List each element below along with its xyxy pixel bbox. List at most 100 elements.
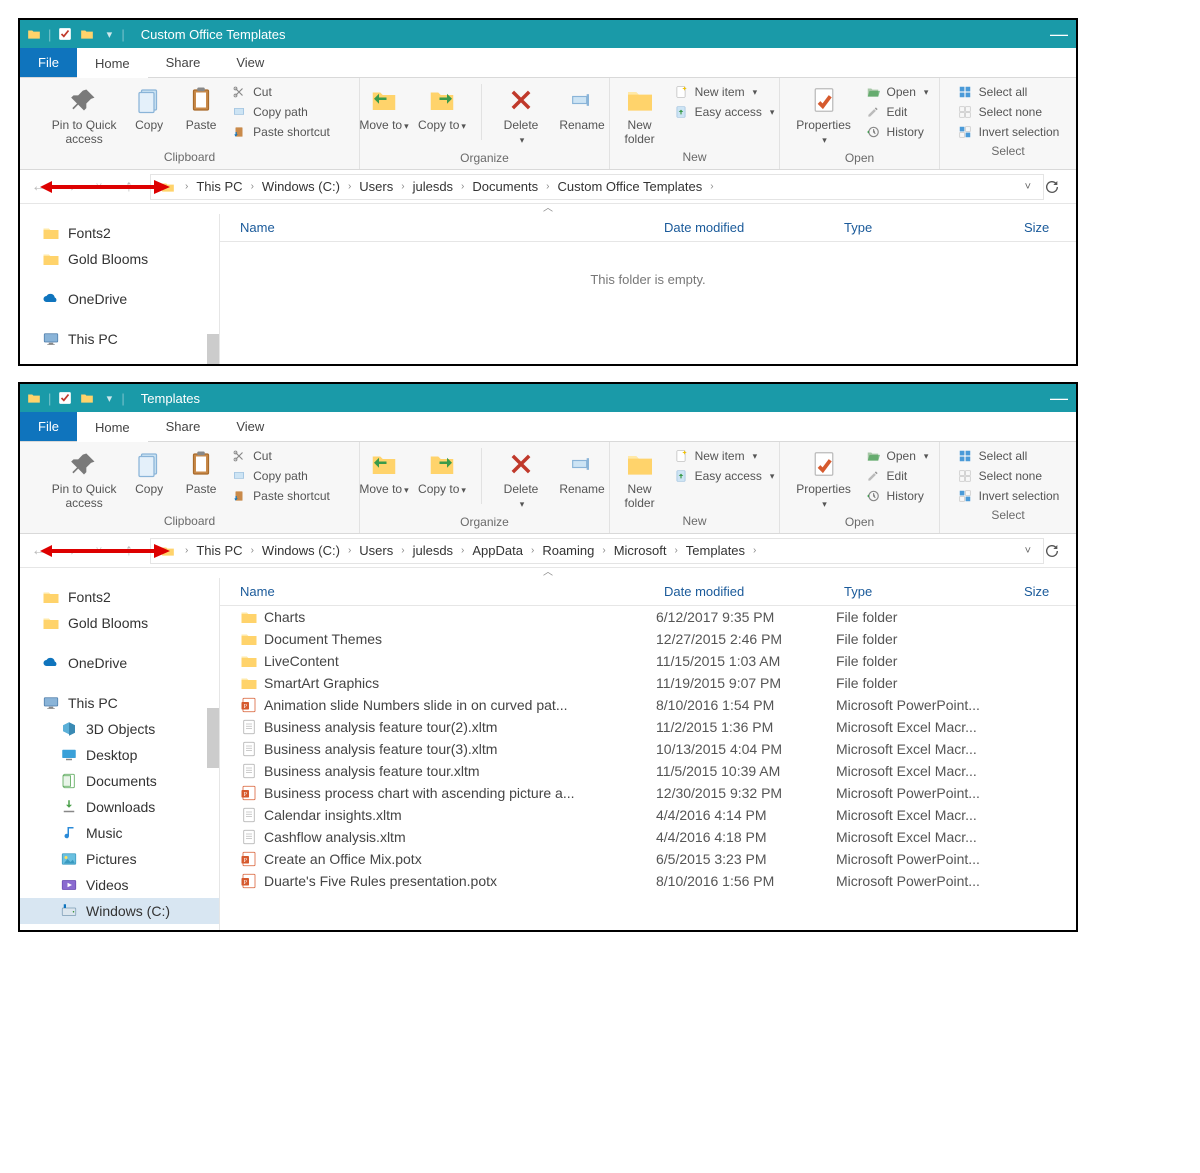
nav-item[interactable]: Documents xyxy=(20,768,219,794)
properties-qat-icon[interactable] xyxy=(57,390,73,406)
delete-button[interactable]: Delete▾ xyxy=(496,84,546,147)
edit-button[interactable]: Edit xyxy=(865,468,929,484)
titlebar[interactable]: | ▾ | Custom Office Templates — xyxy=(20,20,1076,48)
invert-selection-button[interactable]: Invert selection xyxy=(957,488,1060,504)
breadcrumb-segment[interactable]: Templates xyxy=(682,543,749,558)
select-none-button[interactable]: Select none xyxy=(957,104,1060,120)
breadcrumb-segment[interactable]: Roaming xyxy=(538,543,598,558)
folder-icon[interactable] xyxy=(79,390,95,406)
rename-button[interactable]: Rename xyxy=(554,448,610,496)
breadcrumb-segment[interactable]: AppData xyxy=(468,543,527,558)
paste-button[interactable]: Paste xyxy=(179,448,223,496)
minimize-button[interactable]: — xyxy=(1050,384,1068,412)
paste-button[interactable]: Paste xyxy=(179,84,223,132)
easy-access-button[interactable]: Easy access▾ xyxy=(673,104,775,120)
breadcrumb-segment[interactable]: Custom Office Templates xyxy=(553,179,706,194)
file-row[interactable]: Cashflow analysis.xltm 4/4/2016 4:18 PM … xyxy=(220,826,1076,848)
open-button[interactable]: Open▾ xyxy=(865,84,929,100)
file-row[interactable]: PAnimation slide Numbers slide in on cur… xyxy=(220,694,1076,716)
file-row[interactable]: PCreate an Office Mix.potx 6/5/2015 3:23… xyxy=(220,848,1076,870)
nav-item[interactable]: Pictures xyxy=(20,846,219,872)
minimize-button[interactable]: — xyxy=(1050,20,1068,48)
copy-to-button[interactable]: Copy to▾ xyxy=(417,448,467,497)
select-none-button[interactable]: Select none xyxy=(957,468,1060,484)
move-to-button[interactable]: Move to▾ xyxy=(359,448,409,497)
qat-dropdown-icon[interactable]: ▾ xyxy=(101,390,117,406)
copy-button[interactable]: Copy xyxy=(127,448,171,496)
copy-to-button[interactable]: Copy to▾ xyxy=(417,84,467,133)
nav-item[interactable]: 3D Objects xyxy=(20,716,219,742)
nav-item[interactable]: Fonts2 xyxy=(20,584,219,610)
history-button[interactable]: History xyxy=(865,488,929,504)
easy-access-button[interactable]: Easy access▾ xyxy=(673,468,775,484)
new-item-button[interactable]: New item▾ xyxy=(673,448,775,464)
file-row[interactable]: Calendar insights.xltm 4/4/2016 4:14 PM … xyxy=(220,804,1076,826)
nav-item[interactable]: Downloads xyxy=(20,794,219,820)
select-all-button[interactable]: Select all xyxy=(957,84,1060,100)
column-size[interactable]: Size xyxy=(1016,214,1076,241)
rename-button[interactable]: Rename xyxy=(554,84,610,132)
folder-icon[interactable] xyxy=(79,26,95,42)
scrollbar-thumb[interactable] xyxy=(207,708,219,768)
breadcrumb-segment[interactable]: Documents xyxy=(468,179,542,194)
titlebar[interactable]: | ▾ | Templates — xyxy=(20,384,1076,412)
file-row[interactable]: Business analysis feature tour(3).xltm 1… xyxy=(220,738,1076,760)
breadcrumb-segment[interactable]: Windows (C:) xyxy=(258,179,344,194)
breadcrumb-segment[interactable]: Users xyxy=(355,179,397,194)
chevron-down-icon[interactable]: ˅ xyxy=(1025,545,1031,557)
breadcrumb-segment[interactable]: This PC xyxy=(192,179,246,194)
tab-home[interactable]: Home xyxy=(77,413,148,442)
properties-qat-icon[interactable] xyxy=(57,26,73,42)
scrollbar-thumb[interactable] xyxy=(207,334,219,364)
nav-item[interactable]: Fonts2 xyxy=(20,220,219,246)
tab-share[interactable]: Share xyxy=(148,48,219,77)
breadcrumb[interactable]: ›This PC›Windows (C:)›Users›julesds›Docu… xyxy=(150,174,1044,200)
paste-shortcut-button[interactable]: Paste shortcut xyxy=(231,488,330,504)
file-row[interactable]: LiveContent 11/15/2015 1:03 AM File fold… xyxy=(220,650,1076,672)
new-folder-button[interactable]: New folder xyxy=(615,84,665,146)
pin-to-quick-access-button[interactable]: Pin to Quick access xyxy=(49,448,119,510)
breadcrumb-segment[interactable]: Windows (C:) xyxy=(258,543,344,558)
folder-icon[interactable] xyxy=(26,390,42,406)
breadcrumb-segment[interactable]: Users xyxy=(355,543,397,558)
column-type[interactable]: Type xyxy=(836,214,1016,241)
nav-item[interactable]: This PC xyxy=(20,326,219,352)
nav-item[interactable]: OneDrive xyxy=(20,650,219,676)
column-name[interactable]: Name xyxy=(220,214,656,241)
pin-to-quick-access-button[interactable]: Pin to Quick access xyxy=(49,84,119,146)
tab-share[interactable]: Share xyxy=(148,412,219,441)
paste-shortcut-button[interactable]: Paste shortcut xyxy=(231,124,330,140)
folder-icon[interactable] xyxy=(26,26,42,42)
nav-item[interactable]: Music xyxy=(20,820,219,846)
nav-item[interactable]: This PC xyxy=(20,690,219,716)
tab-view[interactable]: View xyxy=(218,412,282,441)
nav-item[interactable]: Gold Blooms xyxy=(20,246,219,272)
history-button[interactable]: History xyxy=(865,124,929,140)
file-row[interactable]: Business analysis feature tour.xltm 11/5… xyxy=(220,760,1076,782)
tab-view[interactable]: View xyxy=(218,48,282,77)
nav-item[interactable]: Gold Blooms xyxy=(20,610,219,636)
column-date[interactable]: Date modified xyxy=(656,214,836,241)
file-row[interactable]: Document Themes 12/27/2015 2:46 PM File … xyxy=(220,628,1076,650)
new-item-button[interactable]: New item▾ xyxy=(673,84,775,100)
column-date[interactable]: Date modified xyxy=(656,578,836,605)
file-row[interactable]: PDuarte's Five Rules presentation.potx 8… xyxy=(220,870,1076,892)
breadcrumb-segment[interactable]: julesds xyxy=(409,179,457,194)
file-row[interactable]: Charts 6/12/2017 9:35 PM File folder xyxy=(220,606,1076,628)
select-all-button[interactable]: Select all xyxy=(957,448,1060,464)
copy-path-button[interactable]: Copy path xyxy=(231,468,330,484)
properties-button[interactable]: Properties▾ xyxy=(791,84,857,147)
refresh-button[interactable] xyxy=(1044,543,1070,559)
file-row[interactable]: SmartArt Graphics 11/19/2015 9:07 PM Fil… xyxy=(220,672,1076,694)
new-folder-button[interactable]: New folder xyxy=(615,448,665,510)
cut-button[interactable]: Cut xyxy=(231,448,330,464)
qat-dropdown-icon[interactable]: ▾ xyxy=(101,26,117,42)
nav-item[interactable]: Videos xyxy=(20,872,219,898)
copy-button[interactable]: Copy xyxy=(127,84,171,132)
breadcrumb[interactable]: ›This PC›Windows (C:)›Users›julesds›AppD… xyxy=(150,538,1044,564)
copy-path-button[interactable]: Copy path xyxy=(231,104,330,120)
column-type[interactable]: Type xyxy=(836,578,1016,605)
column-size[interactable]: Size xyxy=(1016,578,1076,605)
breadcrumb-segment[interactable]: This PC xyxy=(192,543,246,558)
file-row[interactable]: PBusiness process chart with ascending p… xyxy=(220,782,1076,804)
